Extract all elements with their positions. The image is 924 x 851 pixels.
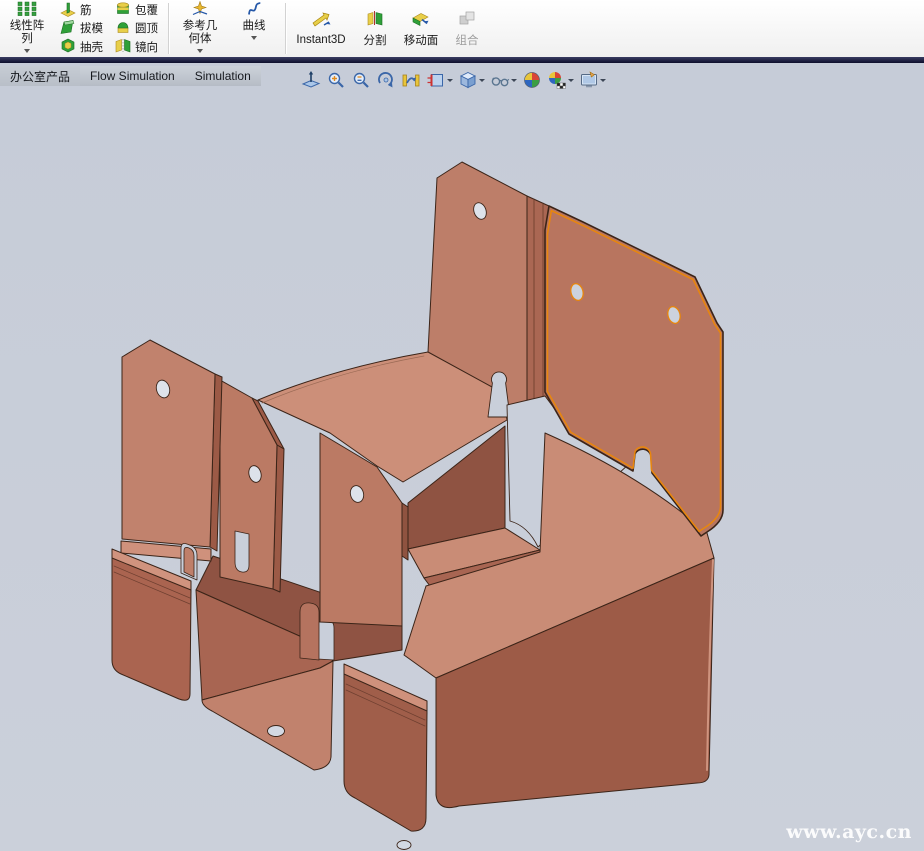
combine-label: 组合	[456, 32, 479, 48]
tab-label: Simulation	[195, 69, 251, 83]
previous-view-icon	[401, 70, 421, 90]
reference-geometry-button[interactable]: 参考几何体	[173, 0, 227, 57]
instant3d-label: Instant3D	[296, 34, 345, 46]
zoom-to-area-button[interactable]	[325, 69, 347, 91]
features-toolbar: 线性阵列 筋 拔模 抽壳 包覆 圆顶 镜向	[0, 0, 924, 57]
dropdown-caret	[24, 49, 30, 53]
shell-icon	[60, 37, 76, 56]
zoom-to-fit-button[interactable]	[300, 69, 322, 91]
dropdown-caret	[600, 79, 606, 82]
split-icon	[366, 10, 384, 29]
zoom-to-fit-icon	[301, 70, 321, 90]
view-orientation-button[interactable]	[457, 69, 486, 91]
draft-label: 拔模	[80, 20, 103, 36]
heads-up-view-toolbar	[300, 69, 607, 91]
dome-label: 圆顶	[135, 20, 158, 36]
curves-button[interactable]: 曲线	[227, 0, 281, 57]
graphics-viewport[interactable]: 办公室产品 Flow Simulation Simulation	[0, 63, 924, 851]
move-face-label: 移动面	[404, 32, 439, 48]
edit-appearance-button[interactable]	[546, 69, 575, 91]
shell-button[interactable]: 抽壳	[56, 38, 107, 55]
hide-show-items-button[interactable]	[521, 69, 543, 91]
zoom-in-out-icon	[351, 70, 371, 90]
watermark: www.ayc.cn	[786, 821, 912, 843]
feature-column-2: 包覆 圆顶 镜向	[109, 0, 164, 57]
zoom-to-area-icon	[326, 70, 346, 90]
mirror-icon	[115, 37, 131, 56]
split-button[interactable]: 分割	[352, 0, 398, 57]
toolbar-separator	[285, 3, 286, 54]
draft-icon	[60, 19, 76, 38]
dropdown-caret	[479, 79, 485, 82]
apply-scene-icon	[579, 70, 599, 90]
section-view-button[interactable]	[425, 69, 454, 91]
display-style-button[interactable]	[489, 69, 518, 91]
move-face-icon	[411, 10, 431, 29]
shell-label: 抽壳	[80, 39, 103, 55]
display-style-icon	[490, 70, 510, 90]
hole	[268, 726, 285, 737]
tab-flow-simulation[interactable]: Flow Simulation	[80, 66, 185, 86]
section-view-icon	[426, 70, 446, 90]
dropdown-caret	[197, 49, 203, 53]
wrap-icon	[115, 1, 131, 20]
zoom-in-out-button[interactable]	[350, 69, 372, 91]
curves-label: 曲线	[232, 20, 276, 33]
tab-office-products[interactable]: 办公室产品	[0, 66, 80, 86]
dropdown-caret	[511, 79, 517, 82]
toolbar-separator	[168, 3, 169, 54]
model-left-hem	[112, 544, 197, 701]
hole	[397, 841, 411, 850]
dropdown-caret	[251, 36, 257, 40]
previous-view-button[interactable]	[400, 69, 422, 91]
mirror-button[interactable]: 镜向	[111, 38, 162, 55]
edit-appearance-icon	[547, 70, 567, 90]
dropdown-caret	[447, 79, 453, 82]
toolbar-divider	[0, 57, 924, 63]
tab-simulation[interactable]: Simulation	[185, 66, 261, 86]
model-left-flange-2	[220, 380, 284, 592]
wrap-label: 包覆	[135, 2, 158, 18]
instant3d-button[interactable]: Instant3D	[290, 0, 352, 57]
model-center-hem	[344, 664, 427, 850]
mirror-label: 镜向	[135, 39, 158, 55]
rotate-view-button[interactable]	[375, 69, 397, 91]
model-3d-view[interactable]	[0, 63, 924, 851]
linear-pattern-label: 线性阵列	[5, 20, 49, 46]
split-label: 分割	[364, 32, 387, 48]
dome-button[interactable]: 圆顶	[111, 20, 162, 37]
rib-icon	[60, 1, 76, 20]
wrap-button[interactable]: 包覆	[111, 2, 162, 19]
tab-label: Flow Simulation	[90, 69, 175, 83]
rotate-view-icon	[376, 70, 396, 90]
rib-button[interactable]: 筋	[56, 2, 107, 19]
apply-scene-button[interactable]	[578, 69, 607, 91]
rib-label: 筋	[80, 2, 92, 18]
view-orientation-icon	[458, 70, 478, 90]
command-tabs: 办公室产品 Flow Simulation Simulation	[0, 66, 261, 86]
move-face-button[interactable]: 移动面	[398, 0, 444, 57]
dropdown-caret	[568, 79, 574, 82]
linear-pattern-icon	[17, 1, 37, 20]
feature-column-1: 筋 拔模 抽壳	[54, 0, 109, 57]
instant3d-icon	[310, 12, 332, 31]
curves-icon	[246, 1, 262, 20]
combine-button[interactable]: 组合	[444, 0, 490, 57]
hide-show-items-icon	[522, 70, 542, 90]
draft-button[interactable]: 拔模	[56, 20, 107, 37]
combine-icon	[458, 10, 476, 29]
dome-icon	[115, 19, 131, 38]
reference-geometry-label: 参考几何体	[178, 20, 222, 46]
reference-geometry-icon	[191, 1, 209, 20]
linear-pattern-button[interactable]: 线性阵列	[0, 0, 54, 57]
tab-label: 办公室产品	[10, 68, 70, 85]
